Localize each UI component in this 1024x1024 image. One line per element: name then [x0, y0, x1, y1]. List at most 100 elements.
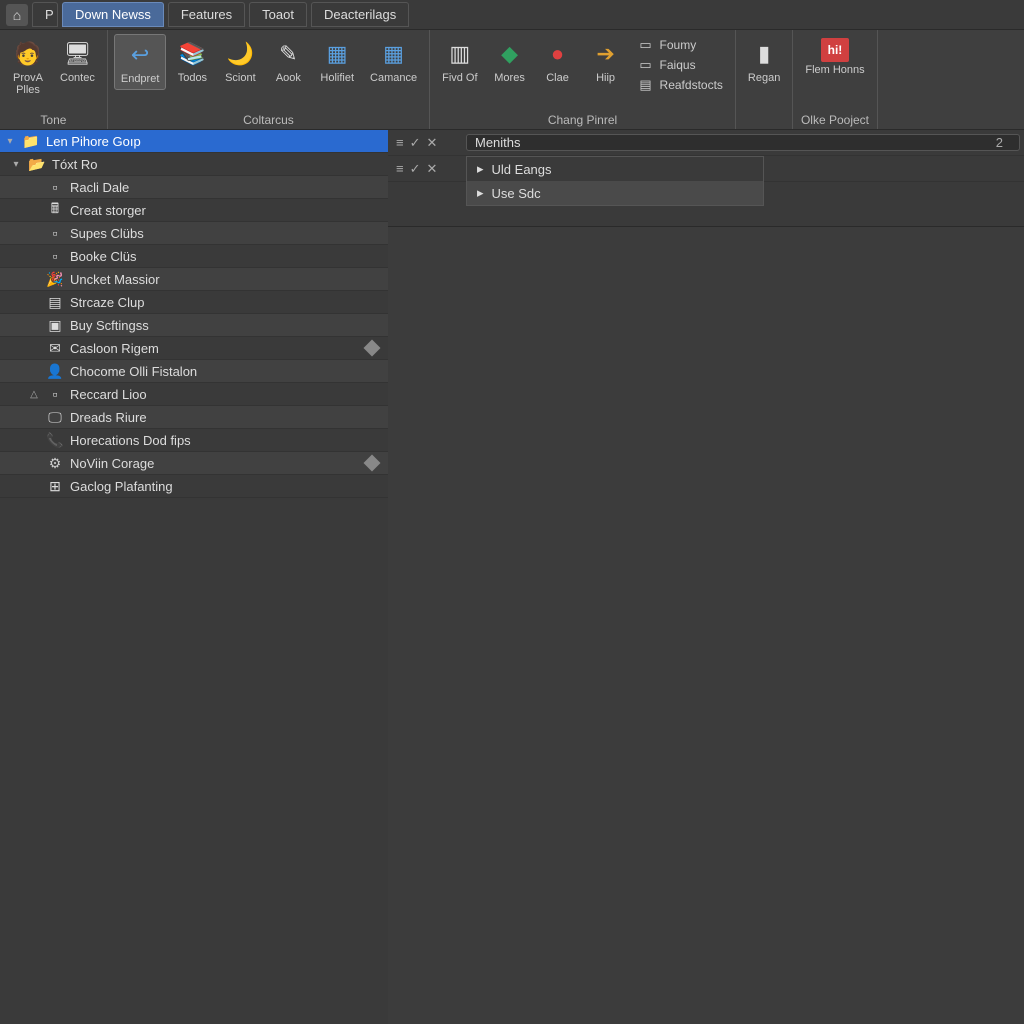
check-icon[interactable]: ✓: [410, 161, 421, 177]
folder-arrow-icon: ▸: [477, 161, 484, 177]
ribbon-btn-sciont[interactable]: 🌙 Sciont: [218, 34, 262, 88]
folder-arrow-icon: ▸: [477, 185, 484, 201]
ic-page: [46, 386, 64, 402]
tree-item[interactable]: ▾Len Pihore Goıp: [0, 130, 388, 153]
diamond-badge-icon: [364, 340, 381, 357]
moon-icon: 🌙: [224, 38, 256, 70]
ic-window: [46, 478, 64, 495]
hi-icon: hi!: [821, 38, 849, 62]
menu-icon[interactable]: ≡: [396, 135, 404, 151]
ribbon-row-label: Reafdstocts: [660, 78, 723, 92]
tree-item[interactable]: Racli Dale: [0, 176, 388, 199]
ribbon-group-label: Coltarcus: [114, 113, 423, 127]
rect-icon: ▭: [638, 37, 654, 53]
ribbon-label: Camance: [370, 72, 417, 84]
ribbon-label: ProvA Plles: [13, 72, 43, 96]
ribbon-btn-clae[interactable]: ● Clae: [536, 34, 580, 88]
tree-item[interactable]: Chocome Olli Fistalon: [0, 360, 388, 383]
ribbon-row-faiqus[interactable]: ▭ Faiqus: [636, 56, 725, 74]
tab-deacterilags[interactable]: Deacterilags: [311, 2, 409, 27]
tree-item[interactable]: Booke Clüs: [0, 245, 388, 268]
ribbon-btn-regan[interactable]: ▮ Regan: [742, 34, 786, 88]
tab-label: Toaot: [262, 7, 294, 22]
tree-item[interactable]: Casloon Rigem: [0, 337, 388, 360]
ribbon-btn-holifiet[interactable]: ▦ Holifiet: [314, 34, 360, 88]
ribbon-btn-contec[interactable]: 🖥 Contec: [54, 34, 101, 88]
tree-item-label: Gaclog Plafanting: [70, 479, 388, 494]
dropdown-item[interactable]: ▸ Use Sdc: [467, 181, 763, 205]
ribbon-btn-flemhonns[interactable]: hi! Flem Honns: [799, 34, 870, 80]
tab-label: Down Newss: [75, 7, 151, 22]
tab-features[interactable]: Features: [168, 2, 245, 27]
ribbon-btn-hiip[interactable]: ➔ Hiip: [584, 34, 628, 88]
tree-item-label: Reccard Lioo: [70, 387, 388, 402]
dropdown-label: Uld Eangs: [492, 162, 552, 177]
rect-icon: ▭: [638, 57, 654, 73]
ic-gear: [46, 455, 64, 472]
ribbon-label: Holifiet: [320, 72, 354, 84]
close-icon[interactable]: ✕: [427, 161, 438, 177]
ribbon-btn-todos[interactable]: 📚 Todos: [170, 34, 214, 88]
ribbon-row-reafdstocts[interactable]: ▤ Reafdstocts: [636, 76, 725, 94]
ribbon-btn-mores[interactable]: ◆ Mores: [488, 34, 532, 88]
main-area: ▾Len Pihore Goıp▾Tóxt RoRacli DaleCreat …: [0, 130, 1024, 1024]
ribbon-label: Fivd Of: [442, 72, 477, 84]
tree-item-label: Dreads Riure: [70, 410, 388, 425]
ribbon-label: Regan: [748, 72, 780, 84]
dropdown-item[interactable]: ▸ Uld Eangs: [467, 157, 763, 181]
tree-item[interactable]: ▾Tóxt Ro: [0, 153, 388, 176]
ic-party: [46, 271, 64, 288]
ribbon: 🧑 ProvA Plles 🖥 Contec Tone ↩ Endpret 📚 …: [0, 30, 1024, 130]
tree-item-label: Strcaze Clup: [70, 295, 388, 310]
ic-page: [46, 248, 64, 264]
ribbon-btn-endpret[interactable]: ↩ Endpret: [114, 34, 167, 90]
tree-item[interactable]: Supes Clübs: [0, 222, 388, 245]
check-icon[interactable]: ✓: [410, 135, 421, 151]
tree-item-label: Supes Clübs: [70, 226, 388, 241]
home-button[interactable]: ⌂: [6, 4, 28, 26]
tree-item[interactable]: Uncket Massior: [0, 268, 388, 291]
expand-icon[interactable]: ▾: [10, 159, 22, 170]
tab-toaot[interactable]: Toaot: [249, 2, 307, 27]
tab-partial[interactable]: P: [32, 2, 58, 27]
ribbon-row-foumy[interactable]: ▭ Foumy: [636, 36, 725, 54]
ribbon-btn-prova[interactable]: 🧑 ProvA Plles: [6, 34, 50, 100]
ribbon-btn-camance[interactable]: ▦ Camance: [364, 34, 423, 88]
tree-item[interactable]: Strcaze Clup: [0, 291, 388, 314]
ic-page: [46, 179, 64, 195]
ic-page: [46, 225, 64, 241]
tree-item-label: Chocome Olli Fistalon: [70, 364, 388, 379]
content-header-row: ≡ ✓ ✕ Meniths 2: [388, 130, 1024, 156]
ic-user: [46, 363, 64, 380]
content-header[interactable]: Meniths 2: [466, 134, 1020, 151]
tree-item[interactable]: Dreads Riure: [0, 406, 388, 429]
menu-icon[interactable]: ≡: [396, 161, 404, 177]
tree-item[interactable]: NoViin Corage: [0, 452, 388, 475]
ribbon-group-coltarcus: ↩ Endpret 📚 Todos 🌙 Sciont ✎ Aook ▦ Holi…: [108, 30, 430, 129]
tab-down-newss[interactable]: Down Newss: [62, 2, 164, 27]
expand-icon[interactable]: △: [28, 389, 40, 400]
ribbon-group-chang: ▥ Fivd Of ◆ Mores ● Clae ➔ Hiip ▭ Foumy: [430, 30, 736, 129]
ribbon-label: Aook: [276, 72, 301, 84]
tree-item[interactable]: Creat storger: [0, 199, 388, 222]
pencil-icon: ✎: [272, 38, 304, 70]
tree-item-label: Buy Scftingss: [70, 318, 388, 333]
content-body: [388, 226, 1024, 1024]
ribbon-btn-aook[interactable]: ✎ Aook: [266, 34, 310, 88]
tree-item[interactable]: Horecations Dod fips: [0, 429, 388, 452]
expand-icon[interactable]: ▾: [4, 136, 16, 147]
ribbon-group-regan: ▮ Regan: [736, 30, 793, 129]
tree-item[interactable]: Gaclog Plafanting: [0, 475, 388, 498]
grid-icon: ▦: [378, 38, 410, 70]
tree-item[interactable]: △ Reccard Lioo: [0, 383, 388, 406]
grid-icon: ▦: [321, 38, 353, 70]
stack-icon: ▥: [444, 38, 476, 70]
header-count: 2: [996, 135, 1011, 150]
ribbon-btn-fivdof[interactable]: ▥ Fivd Of: [436, 34, 483, 88]
ribbon-row-label: Foumy: [660, 38, 697, 52]
person-icon: 🧑: [12, 38, 44, 70]
close-icon[interactable]: ✕: [427, 135, 438, 151]
tree-item[interactable]: Buy Scftingss: [0, 314, 388, 337]
ribbon-label: Mores: [494, 72, 525, 84]
dropdown-menu: ▸ Uld Eangs ▸ Use Sdc: [466, 156, 764, 206]
